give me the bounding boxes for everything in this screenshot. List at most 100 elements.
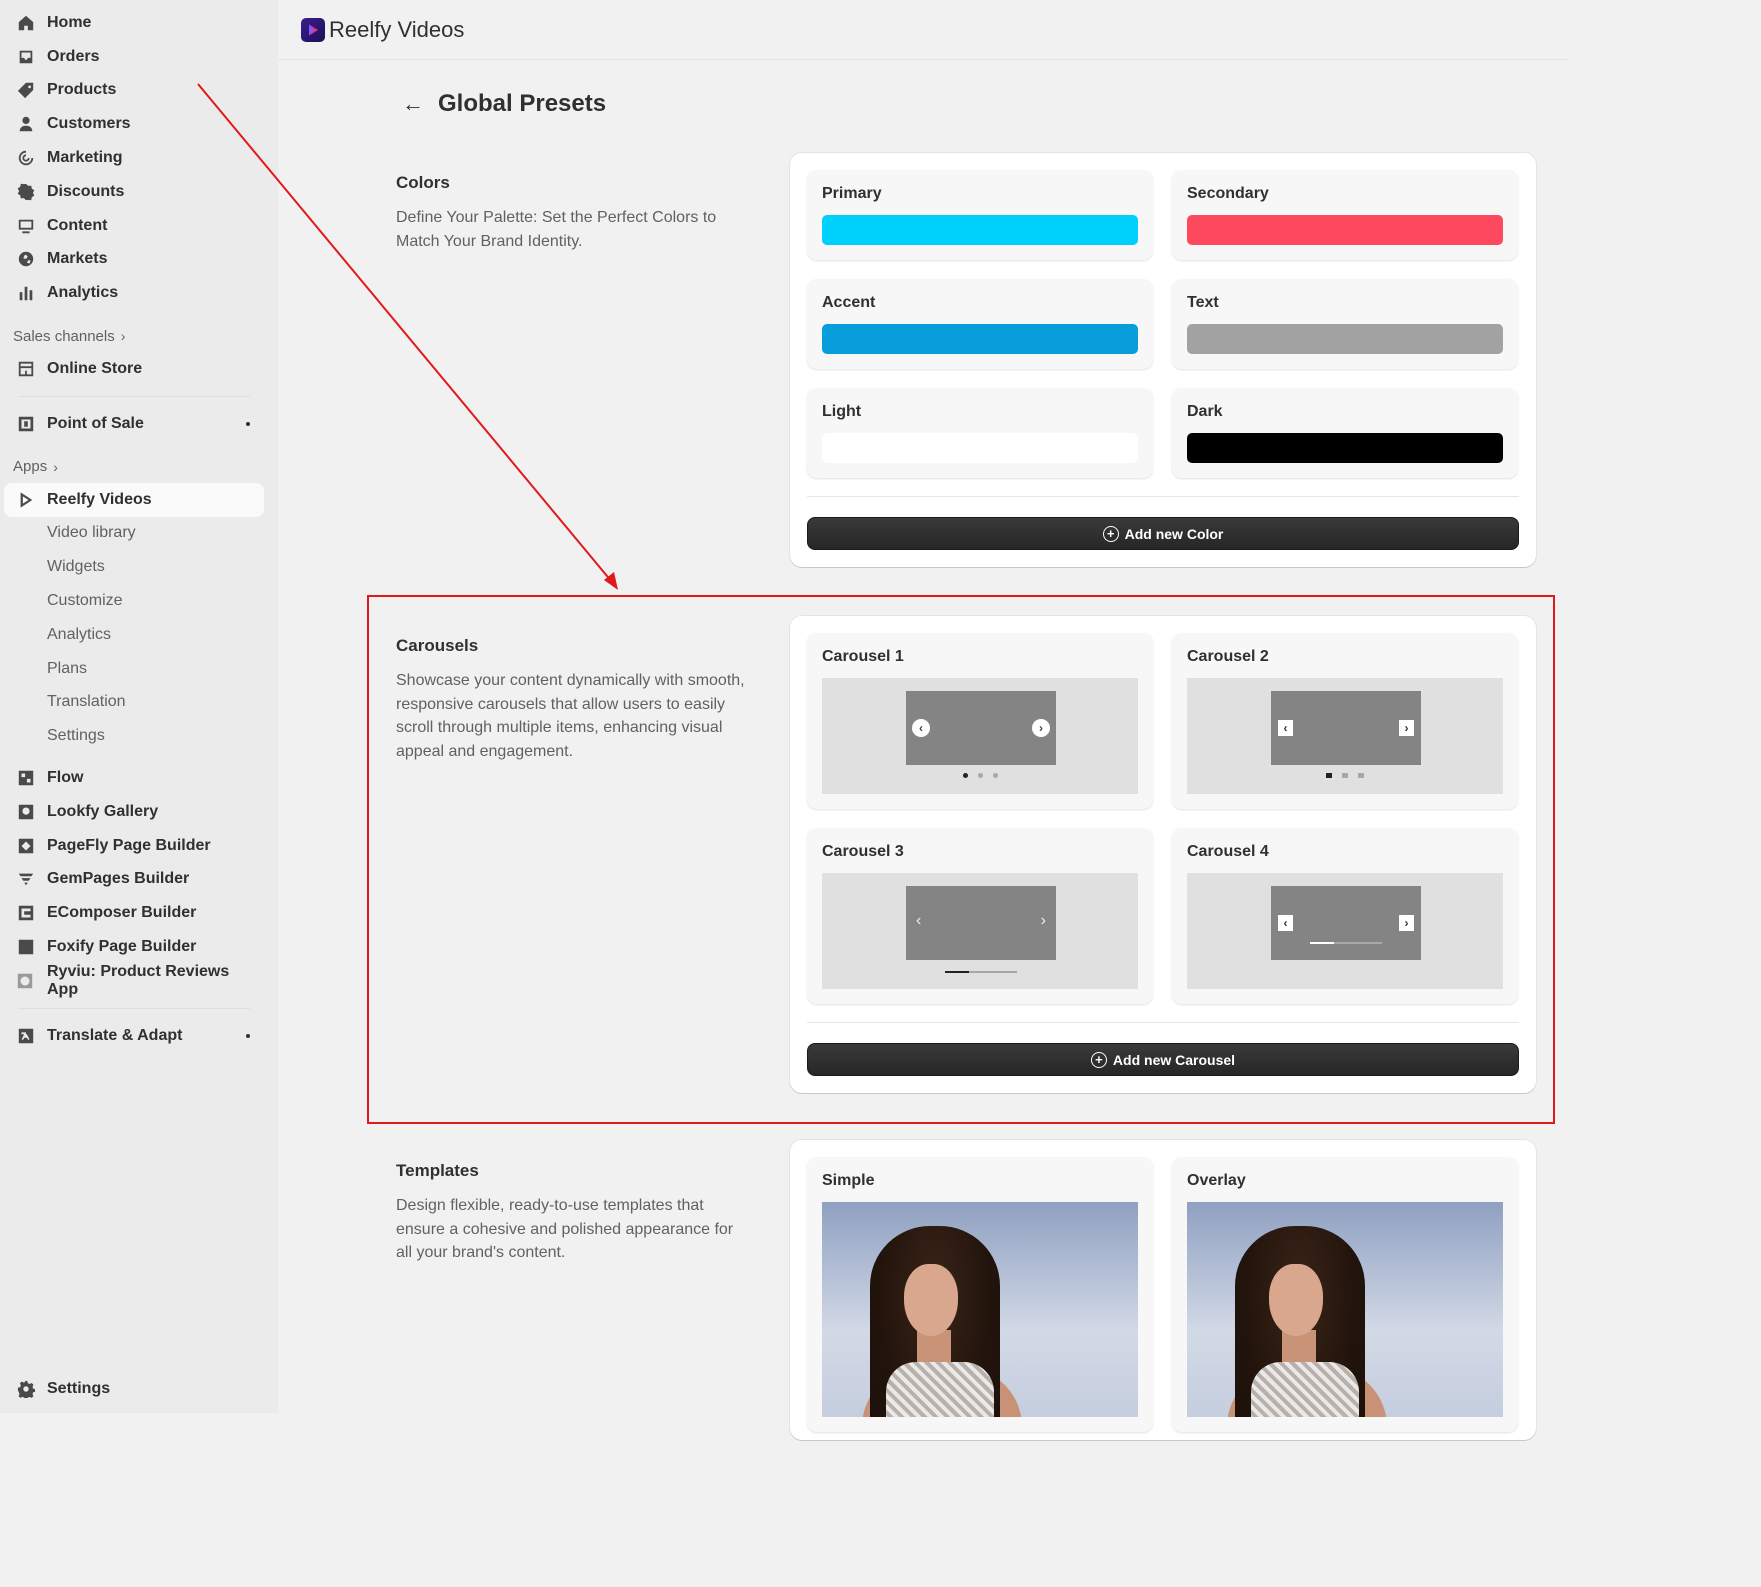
annotation-arrow-head (604, 572, 618, 590)
color-tile-primary[interactable]: Primary (807, 170, 1153, 260)
sidebar-item-discounts[interactable]: Discounts (4, 175, 264, 209)
carousel-preview: ‹ › (1187, 678, 1503, 794)
chevron-left-icon: ‹ (916, 912, 922, 929)
color-swatch[interactable] (822, 215, 1138, 245)
template-tile-overlay[interactable]: Overlay (1172, 1157, 1518, 1432)
dot (977, 773, 983, 778)
carousel-tile-2[interactable]: Carousel 2 ‹ › (1172, 633, 1518, 809)
flow-icon (16, 769, 35, 788)
sidebar-item-ecomposer[interactable]: EComposer Builder (4, 896, 264, 930)
divider (807, 1022, 1519, 1023)
target-icon (16, 149, 35, 168)
sidebar-item-label: Lookfy Gallery (47, 802, 159, 820)
sidebar-item-lookfy-gallery[interactable]: Lookfy Gallery (4, 795, 264, 829)
sidebar-item-products[interactable]: Products (4, 74, 264, 108)
progress-bar-fill (945, 971, 969, 973)
sidebar-item-label: Reelfy Videos (47, 490, 152, 508)
bar-chart-icon (16, 284, 35, 303)
template-tile-simple[interactable]: Simple (807, 1157, 1153, 1432)
color-swatch[interactable] (1187, 215, 1503, 245)
color-label: Light (822, 403, 862, 420)
color-tile-light[interactable]: Light (807, 388, 1153, 478)
translate-icon (16, 1026, 35, 1045)
sidebar-item-reelfy-videos[interactable]: Reelfy Videos (4, 482, 264, 517)
progress-bar (945, 971, 1017, 973)
gear-icon (16, 1380, 35, 1399)
sidebar-item-pagefly[interactable]: PageFly Page Builder (4, 829, 264, 863)
sidebar-item-ryviu[interactable]: Ryviu: Product Reviews App (4, 963, 264, 998)
chevron-left-icon: ‹ (1278, 720, 1293, 736)
sidebar: Home Orders Products Customers Marketing… (0, 0, 278, 1413)
chevron-right-icon: › (1399, 915, 1414, 931)
template-grid: Simple Overlay (807, 1157, 1519, 1432)
sidebar-item-label: GemPages Builder (47, 870, 190, 888)
carousel-label: Carousel 3 (822, 843, 904, 860)
sidebar-subitem-video-library[interactable]: Video library (4, 517, 264, 551)
chevron-left-icon: ‹ (1278, 915, 1293, 931)
sidebar-item-label: Home (47, 13, 92, 31)
sales-channels-header[interactable]: Sales channels › (4, 320, 264, 352)
carousel-slide: ‹ › (906, 691, 1056, 765)
apps-header[interactable]: Apps › (4, 451, 264, 483)
carousel-tile-1[interactable]: Carousel 1 ‹ › (807, 633, 1153, 809)
color-swatch[interactable] (822, 433, 1138, 463)
sidebar-subitem-plans[interactable]: Plans (4, 652, 264, 686)
color-tile-secondary[interactable]: Secondary (1172, 170, 1518, 260)
color-swatch[interactable] (1187, 433, 1503, 463)
sidebar-item-customers[interactable]: Customers (4, 107, 264, 141)
sidebar-item-label: Discounts (47, 182, 125, 200)
status-dot (246, 1033, 250, 1038)
sidebar-item-online-store[interactable]: Online Store (4, 352, 264, 386)
progress-bar-fill (1310, 942, 1334, 944)
add-color-button[interactable]: + Add new Color (807, 517, 1519, 550)
color-swatch[interactable] (822, 324, 1138, 354)
back-arrow-icon[interactable]: ← (402, 91, 424, 117)
sidebar-item-home[interactable]: Home (4, 6, 264, 40)
sidebar-item-flow[interactable]: Flow (4, 761, 264, 795)
sidebar-item-foxify[interactable]: Foxify Page Builder (4, 930, 264, 964)
carousel-grid: Carousel 1 ‹ › Carousel 2 ‹ › Carousel 3 (807, 633, 1519, 1004)
carousel-tile-3[interactable]: Carousel 3 ‹ › (807, 828, 1153, 1004)
color-tile-text[interactable]: Text (1172, 279, 1518, 369)
dot-active (1326, 773, 1332, 778)
sidebar-item-gempages[interactable]: GemPages Builder (4, 863, 264, 897)
gempages-icon (16, 870, 35, 889)
sidebar-item-marketing[interactable]: Marketing (4, 141, 264, 175)
ryviu-icon (16, 971, 35, 990)
sidebar-item-label: PageFly Page Builder (47, 836, 211, 854)
carousel-slide: ‹ › (1271, 691, 1421, 765)
swatch-grid: Primary Secondary Accent Text Light Dark (807, 170, 1519, 478)
sidebar-subitem-analytics[interactable]: Analytics (4, 618, 264, 652)
sidebar-item-point-of-sale[interactable]: Point of Sale (4, 407, 264, 441)
sidebar-subitem-settings[interactable]: Settings (4, 719, 264, 753)
sidebar-subitem-customize[interactable]: Customize (4, 584, 264, 618)
sidebar-item-markets[interactable]: Markets (4, 243, 264, 277)
pagination-squares (1187, 773, 1503, 778)
add-carousel-label: Add new Carousel (1112, 1051, 1236, 1068)
carousel-tile-4[interactable]: Carousel 4 ‹ › (1172, 828, 1518, 1004)
color-tile-accent[interactable]: Accent (807, 279, 1153, 369)
color-tile-dark[interactable]: Dark (1172, 388, 1518, 478)
sidebar-item-label: Flow (47, 769, 84, 787)
sidebar-item-translate-adapt[interactable]: Translate & Adapt (4, 1019, 264, 1053)
sidebar-item-label: Orders (47, 47, 100, 65)
color-swatch[interactable] (1187, 324, 1503, 354)
foxify-icon (16, 938, 35, 957)
photo-shape (1251, 1362, 1359, 1417)
sidebar-subitem-translation[interactable]: Translation (4, 686, 264, 720)
color-label: Accent (822, 294, 876, 311)
sidebar-item-content[interactable]: Content (4, 209, 264, 243)
lookfy-icon (16, 802, 35, 821)
add-carousel-button[interactable]: + Add new Carousel (807, 1043, 1519, 1076)
sidebar-item-orders[interactable]: Orders (4, 40, 264, 74)
chevron-right-icon: › (1399, 720, 1414, 736)
color-label: Secondary (1187, 185, 1269, 202)
carousels-heading: Carousels (396, 636, 479, 655)
sidebar-item-analytics[interactable]: Analytics (4, 276, 264, 310)
chevron-right-icon: › (1032, 719, 1050, 737)
app-header: Reelfy Videos (278, 0, 1568, 60)
sidebar-subitem-widgets[interactable]: Widgets (4, 550, 264, 584)
add-color-label: Add new Color (1124, 525, 1224, 542)
sidebar-item-settings[interactable]: Settings (4, 1372, 264, 1406)
